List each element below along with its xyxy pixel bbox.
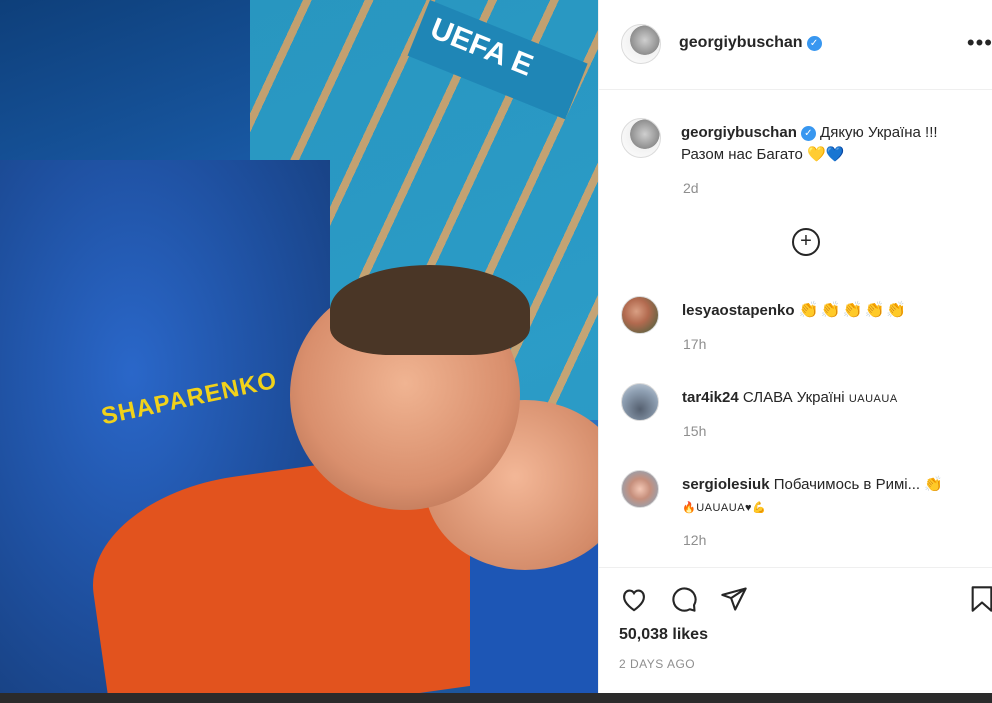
comment-username[interactable]: lesyaostapenko (682, 302, 795, 319)
save-bookmark-icon[interactable] (967, 584, 992, 614)
author-username[interactable]: georgiybuschan ✓ (679, 34, 822, 52)
caption-text-block: georgiybuschan ✓ Дякую Україна !!! Разом … (681, 122, 981, 166)
post-photo[interactable]: UEFA E SHAPARENKO (0, 0, 598, 693)
comment-bubble-icon[interactable] (669, 584, 699, 614)
author-avatar[interactable] (621, 24, 661, 64)
comment-avatar[interactable] (621, 383, 659, 421)
comment-text: СЛАВА Україні (742, 389, 845, 406)
caption-avatar[interactable] (621, 118, 661, 158)
comment-time[interactable]: 15h (683, 423, 706, 439)
comment-username[interactable]: tar4ik24 (682, 389, 739, 406)
comment-avatar[interactable] (621, 470, 659, 508)
comment-suffix: UAUAUA (848, 393, 898, 405)
post-date[interactable]: 2 DAYS AGO (619, 657, 695, 671)
bottom-bar (0, 693, 992, 703)
comment-time[interactable]: 17h (683, 336, 706, 352)
share-paper-plane-icon[interactable] (719, 584, 749, 614)
author-username-text[interactable]: georgiybuschan (679, 34, 803, 51)
likes-count[interactable]: 50,038 likes (619, 626, 708, 644)
caption-verified-badge-icon: ✓ (800, 126, 816, 141)
comment-text-block: lesyaostapenko 👏👏👏👏👏 (682, 300, 982, 322)
comment-text-block: sergiolesiuk Побачимось в Римі... 👏 🔥UAU… (682, 474, 982, 519)
caption-time[interactable]: 2d (683, 180, 699, 196)
comment-time[interactable]: 12h (683, 532, 706, 548)
comment-text: Побачимось в Римі... 👏 (773, 476, 943, 493)
verified-badge-icon: ✓ (806, 36, 822, 51)
photo-hair (330, 265, 530, 355)
caption-username[interactable]: georgiybuschan (681, 124, 797, 141)
comment-avatar[interactable] (621, 296, 659, 334)
caption-hearts: 💛💙 (807, 146, 845, 163)
comment-text: 👏👏👏👏👏 (798, 302, 909, 319)
post-side-panel: georgiybuschan ✓ ••• georgiybuschan ✓ Дяку… (598, 0, 992, 693)
post-header: georgiybuschan ✓ ••• (599, 0, 992, 90)
post-actions: 50,038 likes 2 DAYS AGO (599, 567, 992, 693)
more-options-icon[interactable]: ••• (967, 30, 992, 56)
comment-text-block: tar4ik24 СЛАВА Україні UAUAUA (682, 387, 982, 410)
comment-text-line2: 🔥UAUAUA♥💪 (682, 502, 767, 514)
comment-username[interactable]: sergiolesiuk (682, 476, 770, 493)
load-more-comments-button[interactable]: + (792, 228, 820, 256)
like-heart-icon[interactable] (619, 584, 649, 614)
